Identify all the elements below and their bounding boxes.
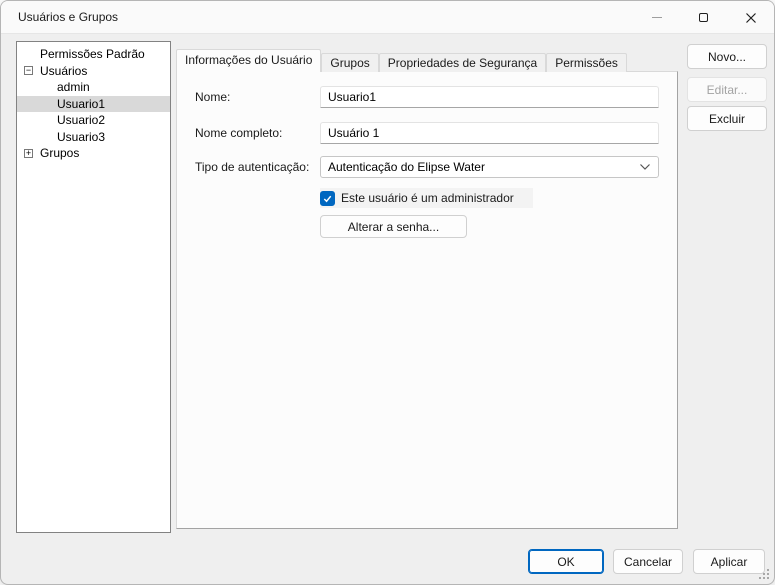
tab-page-informacoes-do-usuario: Nome: Usuario1 Nome completo: Usuário 1 … bbox=[176, 71, 678, 529]
tree-item-usuario3[interactable]: Usuario3 bbox=[17, 129, 170, 146]
novo-button[interactable]: Novo... bbox=[687, 44, 767, 69]
maximize-button[interactable] bbox=[680, 1, 727, 34]
excluir-button[interactable]: Excluir bbox=[687, 106, 767, 131]
tipo-autenticacao-select[interactable]: Autenticação do Elipse Water bbox=[320, 156, 659, 178]
minimize-button[interactable] bbox=[633, 1, 680, 34]
maximize-icon bbox=[699, 13, 708, 22]
admin-checkbox[interactable] bbox=[320, 191, 335, 206]
aplicar-button[interactable]: Aplicar bbox=[693, 549, 765, 574]
chevron-down-icon bbox=[639, 163, 651, 171]
cancelar-button[interactable]: Cancelar bbox=[613, 549, 683, 574]
tree-item-label: admin bbox=[57, 79, 90, 96]
tipo-autenticacao-label: Tipo de autenticação: bbox=[195, 160, 320, 174]
tree-item-label: Usuario2 bbox=[57, 112, 105, 129]
tab-bar: Informações do UsuárioGruposPropriedades… bbox=[176, 49, 678, 71]
window-title: Usuários e Grupos bbox=[18, 10, 118, 24]
alterar-senha-button[interactable]: Alterar a senha... bbox=[320, 215, 467, 238]
ok-button[interactable]: OK bbox=[528, 549, 604, 574]
tree-item-label: Usuario3 bbox=[57, 129, 105, 146]
tab-informacoes-do-usuario[interactable]: Informações do Usuário bbox=[176, 49, 321, 72]
nome-row: Nome: Usuario1 bbox=[195, 86, 659, 108]
tab-permissoes[interactable]: Permissões bbox=[546, 53, 627, 72]
nome-completo-input[interactable]: Usuário 1 bbox=[320, 122, 659, 144]
checkmark-icon bbox=[322, 193, 333, 204]
editar-button: Editar... bbox=[687, 77, 767, 102]
tree-item-usuario2[interactable]: Usuario2 bbox=[17, 112, 170, 129]
tree-item-grupos[interactable]: + Grupos bbox=[17, 145, 170, 162]
nome-completo-label: Nome completo: bbox=[195, 126, 320, 140]
nome-label: Nome: bbox=[195, 90, 320, 104]
tree-item-admin[interactable]: admin bbox=[17, 79, 170, 96]
nome-input[interactable]: Usuario1 bbox=[320, 86, 659, 108]
tree-item-usuario1[interactable]: Usuario1 bbox=[17, 96, 170, 113]
tree-item-usuarios[interactable]: − Usuários bbox=[17, 63, 170, 80]
title-bar: Usuários e Grupos bbox=[1, 1, 774, 34]
tree-item-permissoes-padrao[interactable]: Permissões Padrão bbox=[17, 46, 170, 63]
resize-grip-icon[interactable] bbox=[756, 566, 769, 579]
dialog-usuarios-e-grupos: Usuários e Grupos Permissões Padrão − Us… bbox=[0, 0, 775, 585]
window-controls bbox=[633, 1, 774, 34]
tree-item-label: Usuários bbox=[40, 63, 87, 80]
expand-expander-icon[interactable]: + bbox=[24, 149, 33, 158]
admin-checkbox-row[interactable]: Este usuário é um administrador bbox=[320, 188, 533, 208]
tab-grupos[interactable]: Grupos bbox=[321, 53, 378, 72]
tree-item-label: Permissões Padrão bbox=[40, 46, 145, 63]
tipo-autenticacao-row: Tipo de autenticação: Autenticação do El… bbox=[195, 156, 659, 178]
close-button[interactable] bbox=[727, 1, 774, 34]
collapse-expander-icon[interactable]: − bbox=[24, 66, 33, 75]
user-group-tree: Permissões Padrão − Usuários admin Usuar… bbox=[16, 41, 171, 533]
tree-item-label: Grupos bbox=[40, 145, 79, 162]
nome-completo-row: Nome completo: Usuário 1 bbox=[195, 122, 659, 144]
minimize-icon bbox=[652, 17, 662, 18]
tree-item-label: Usuario1 bbox=[57, 96, 105, 113]
admin-checkbox-label: Este usuário é um administrador bbox=[341, 191, 514, 205]
tipo-autenticacao-value: Autenticação do Elipse Water bbox=[328, 160, 639, 174]
close-icon bbox=[745, 12, 757, 24]
tab-propriedades-de-seguranca[interactable]: Propriedades de Segurança bbox=[379, 53, 546, 72]
